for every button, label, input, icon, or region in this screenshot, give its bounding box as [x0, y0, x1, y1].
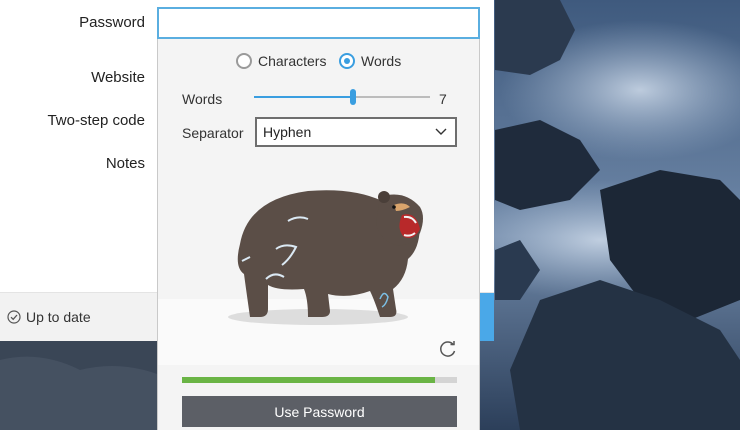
notes-label: Notes — [105, 155, 145, 172]
roaring-bear-icon — [228, 190, 423, 325]
check-circle-icon — [7, 310, 21, 324]
sync-status-text: Up to date — [26, 309, 91, 325]
slider-thumb[interactable] — [349, 89, 356, 105]
refresh-icon[interactable] — [438, 339, 458, 359]
chevron-down-icon — [435, 128, 447, 135]
characters-radio[interactable]: Characters — [236, 53, 326, 69]
separator-dropdown[interactable]: Hyphen — [255, 117, 457, 147]
website-label: Website — [91, 69, 145, 86]
password-input[interactable] — [157, 7, 480, 39]
word-count-value: 7 — [439, 91, 447, 107]
word-count-label: Words — [182, 91, 223, 107]
words-radio[interactable]: Words — [339, 53, 401, 69]
bear-illustration — [158, 149, 479, 365]
radio-circle — [236, 53, 252, 69]
password-label: Password — [79, 14, 145, 31]
password-strength-fill — [182, 377, 435, 383]
slider-fill — [254, 96, 353, 98]
characters-radio-label: Characters — [258, 53, 327, 69]
radio-circle — [339, 53, 355, 69]
words-radio-label: Words — [361, 53, 402, 69]
save-button[interactable] — [478, 293, 494, 341]
use-password-button[interactable]: Use Password — [182, 396, 457, 427]
two-step-code-label: Two-step code — [47, 112, 145, 129]
sync-status: Up to date — [7, 309, 91, 325]
separator-label: Separator — [182, 125, 244, 141]
password-generator-panel: Characters Words Words 7 Separator Hyphe… — [157, 39, 480, 430]
password-strength-meter — [182, 377, 457, 383]
word-count-slider[interactable] — [254, 87, 430, 107]
separator-selected-value: Hyphen — [263, 124, 312, 140]
